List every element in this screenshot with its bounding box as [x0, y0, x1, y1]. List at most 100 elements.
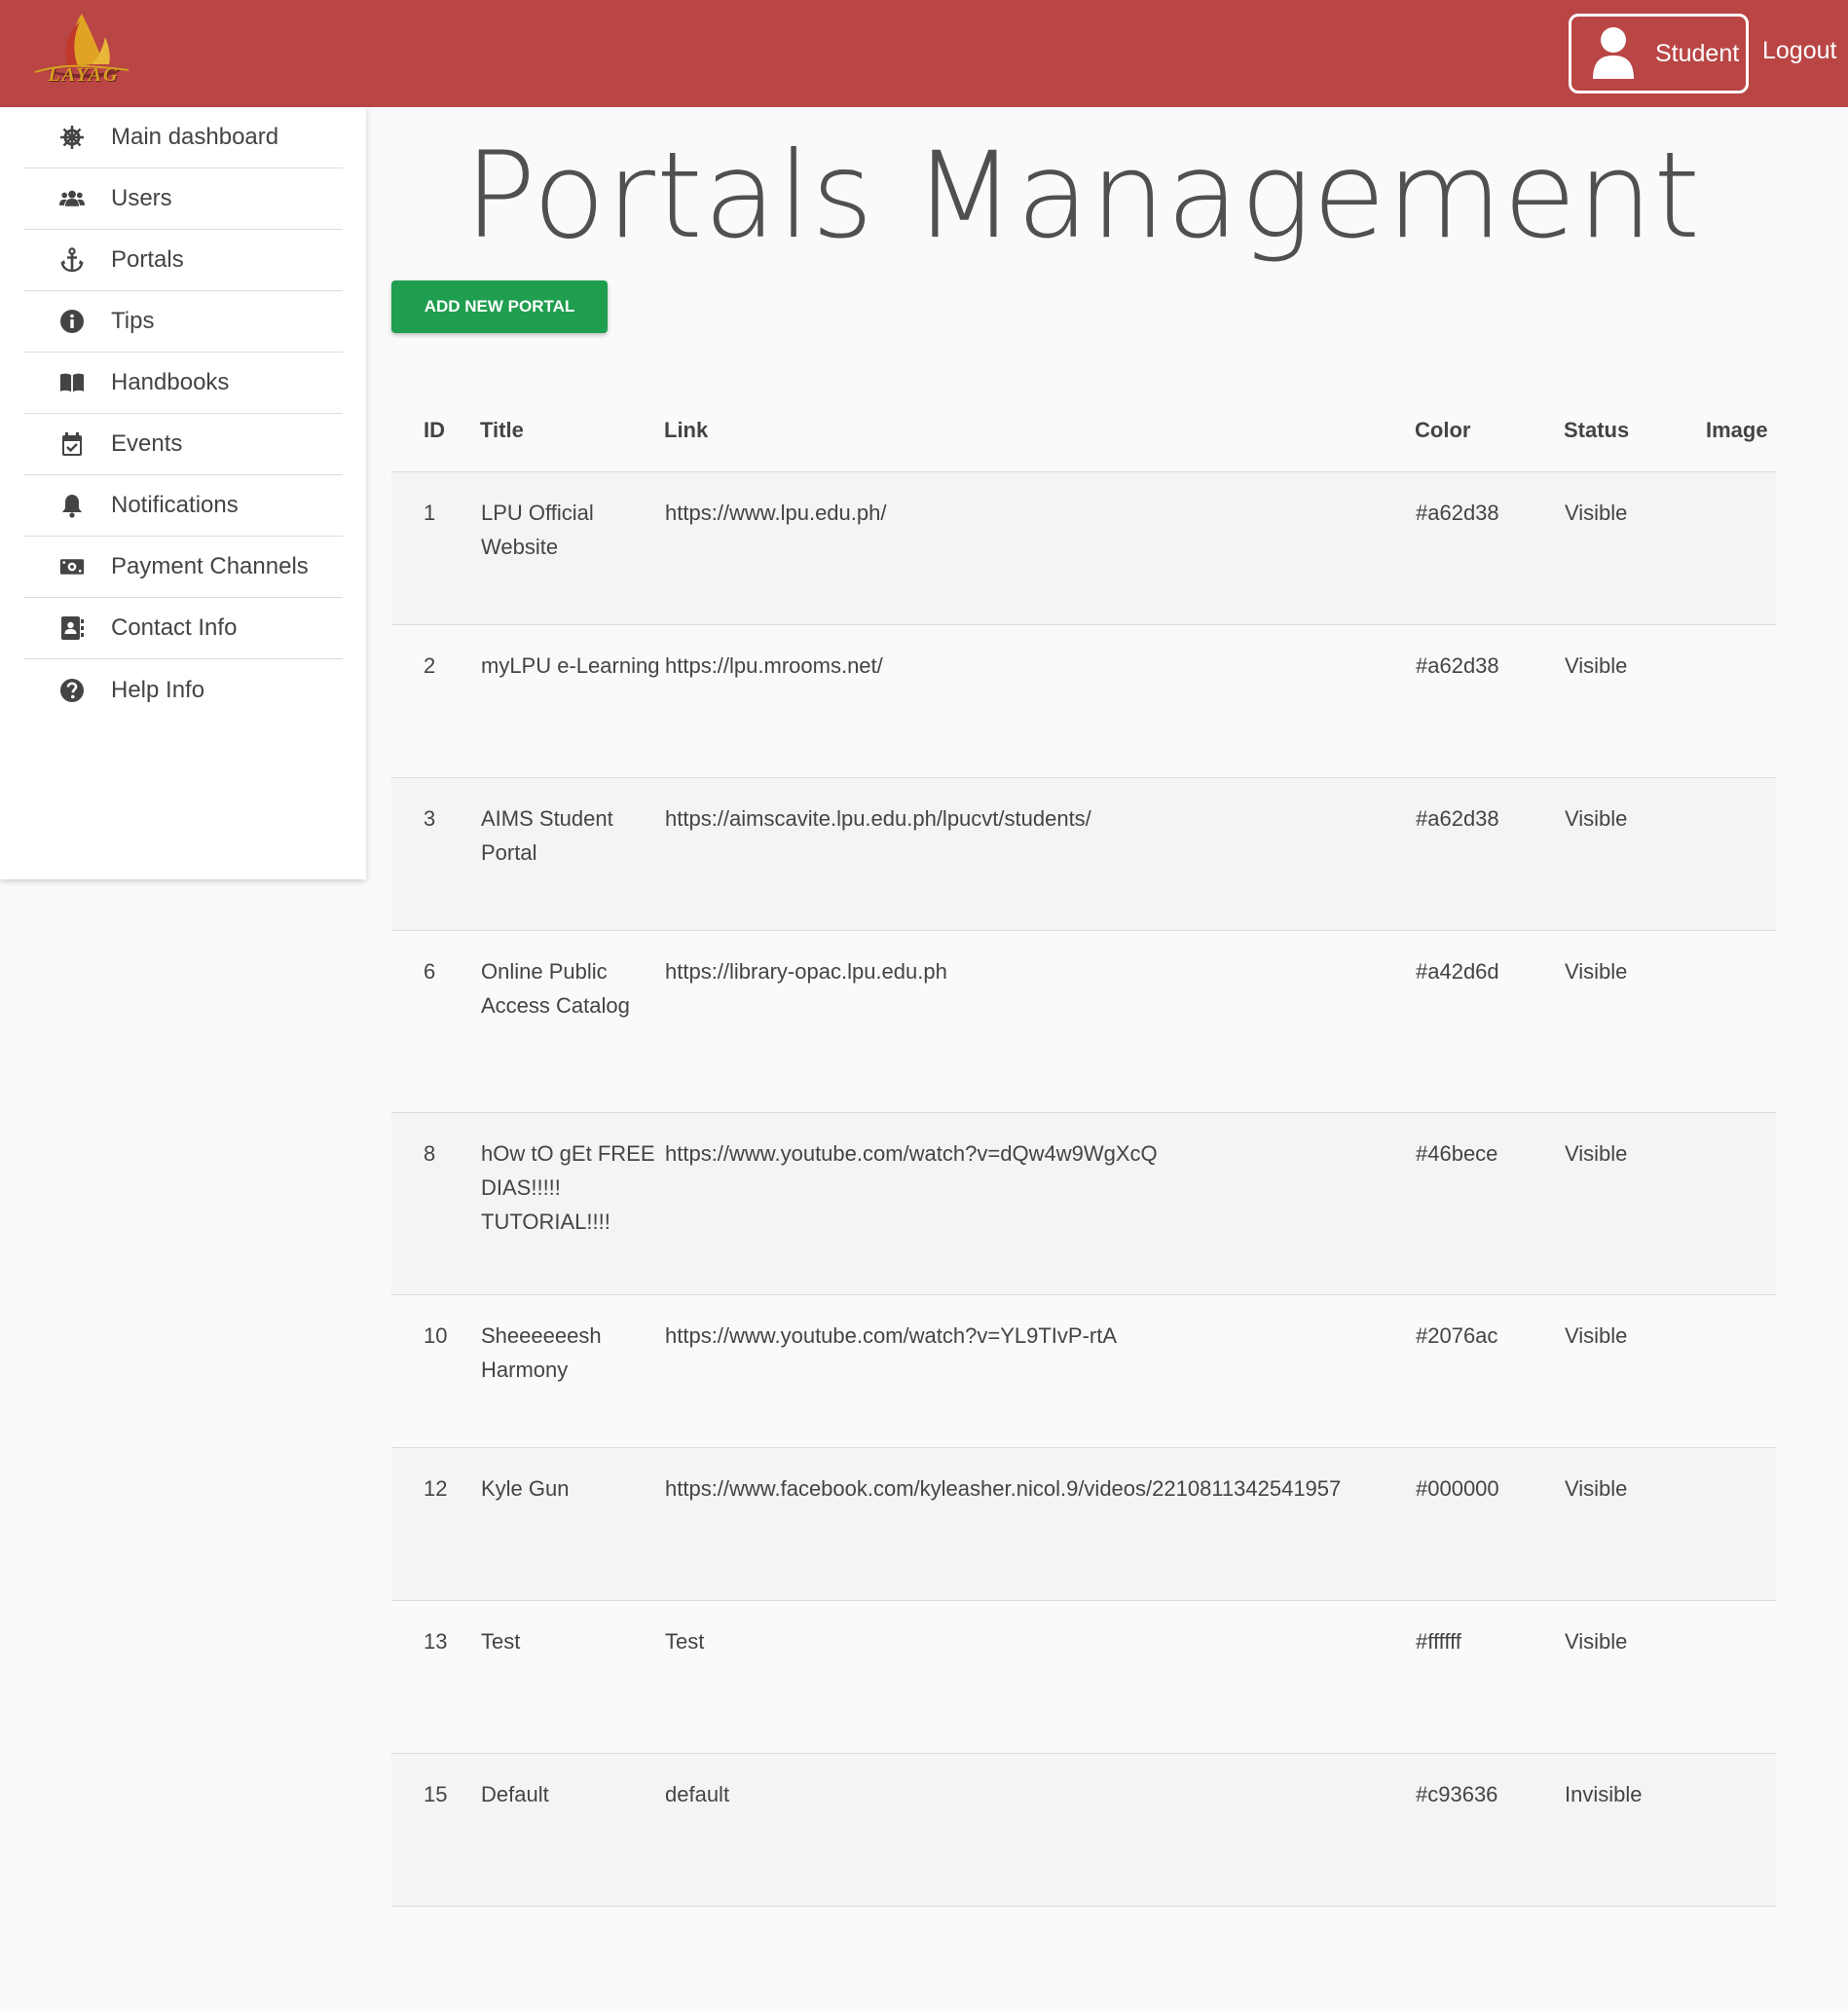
- column-header-link: Link: [664, 390, 1415, 472]
- sidebar-item-users[interactable]: Users: [23, 168, 343, 230]
- cell-id: 3: [391, 777, 480, 931]
- sidebar-item-label: Contact Info: [111, 614, 238, 641]
- user-profile-button[interactable]: Student: [1569, 14, 1749, 93]
- cell-image: [1706, 1447, 1776, 1601]
- logo-text: LAYAG: [48, 64, 120, 86]
- cell-image: [1706, 1753, 1776, 1907]
- table-row[interactable]: 6 Online Public Access Catalog https://l…: [391, 930, 1776, 1113]
- cell-status: Visible: [1564, 1294, 1706, 1448]
- cell-id: 8: [391, 1112, 480, 1295]
- sidebar-item-tips[interactable]: Tips: [23, 291, 343, 353]
- cell-color: #a62d38: [1415, 471, 1564, 625]
- cell-image: [1706, 471, 1776, 625]
- cell-image: [1706, 1112, 1776, 1295]
- table-row[interactable]: 12 Kyle Gun https://www.facebook.com/kyl…: [391, 1447, 1776, 1601]
- sidebar-item-label: Notifications: [111, 492, 239, 518]
- column-header-image: Image: [1706, 390, 1776, 472]
- sidebar-item-label: Handbooks: [111, 369, 230, 395]
- sidebar-item-label: Tips: [111, 308, 155, 334]
- cell-title: Test: [480, 1600, 664, 1754]
- cell-id: 6: [391, 930, 480, 1113]
- sidebar-item-payment-channels[interactable]: Payment Channels: [23, 537, 343, 598]
- book-icon: [58, 369, 86, 396]
- cell-image: [1706, 777, 1776, 931]
- column-header-status: Status: [1564, 390, 1706, 472]
- cell-link[interactable]: https://www.facebook.com/kyleasher.nicol…: [664, 1447, 1415, 1601]
- sidebar-item-label: Help Info: [111, 676, 205, 703]
- cell-title: AIMS Student Portal: [480, 777, 664, 931]
- sidebar-item-handbooks[interactable]: Handbooks: [23, 353, 343, 414]
- info-icon: [58, 308, 86, 335]
- cell-link[interactable]: https://www.lpu.edu.ph/: [664, 471, 1415, 625]
- cell-status: Visible: [1564, 471, 1706, 625]
- cell-image: [1706, 1294, 1776, 1448]
- cell-color: #a62d38: [1415, 624, 1564, 778]
- sidebar-item-label: Payment Channels: [111, 553, 309, 579]
- table-row[interactable]: 3 AIMS Student Portal https://aimscavite…: [391, 777, 1776, 931]
- cell-image: [1706, 1600, 1776, 1754]
- table-row[interactable]: 8 hOw tO gEt FREE DIAS!!!!! TUTORIAL!!!!…: [391, 1112, 1776, 1295]
- sidebar-item-contact-info[interactable]: Contact Info: [23, 598, 343, 659]
- sidebar-item-events[interactable]: Events: [23, 414, 343, 475]
- sidebar-item-help-info[interactable]: Help Info: [23, 659, 343, 721]
- cell-color: #ffffff: [1415, 1600, 1564, 1754]
- cell-id: 13: [391, 1600, 480, 1754]
- cell-id: 1: [391, 471, 480, 625]
- table-row[interactable]: 2 myLPU e-Learning https://lpu.mrooms.ne…: [391, 624, 1776, 778]
- cell-link[interactable]: default: [664, 1753, 1415, 1907]
- logout-button[interactable]: Logout: [1762, 37, 1836, 65]
- cell-title: Default: [480, 1753, 664, 1907]
- cell-link[interactable]: https://www.youtube.com/watch?v=dQw4w9Wg…: [664, 1112, 1415, 1295]
- cell-color: #c93636: [1415, 1753, 1564, 1907]
- cell-link[interactable]: https://lpu.mrooms.net/: [664, 624, 1415, 778]
- column-header-title: Title: [480, 390, 664, 472]
- cell-link[interactable]: https://www.youtube.com/watch?v=YL9TIvP-…: [664, 1294, 1415, 1448]
- table-row[interactable]: 10 Sheeeeeesh Harmony https://www.youtub…: [391, 1294, 1776, 1448]
- cell-color: #2076ac: [1415, 1294, 1564, 1448]
- cell-status: Visible: [1564, 777, 1706, 931]
- table-row[interactable]: 13 Test Test #ffffff Visible: [391, 1600, 1776, 1754]
- cell-status: Visible: [1564, 624, 1706, 778]
- sidebar-item-portals[interactable]: Portals: [23, 230, 343, 291]
- cell-title: Online Public Access Catalog: [480, 930, 664, 1113]
- sidebar-nav: Main dashboard Users Portals Tips Handbo…: [23, 107, 343, 721]
- cell-image: [1706, 930, 1776, 1113]
- sidebar-item-main-dashboard[interactable]: Main dashboard: [23, 107, 343, 168]
- table-row[interactable]: 1 LPU Official Website https://www.lpu.e…: [391, 471, 1776, 625]
- cell-link[interactable]: https://library-opac.lpu.edu.ph: [664, 930, 1415, 1113]
- cell-link[interactable]: Test: [664, 1600, 1415, 1754]
- cell-image: [1706, 624, 1776, 778]
- column-header-color: Color: [1415, 390, 1564, 472]
- cell-color: #000000: [1415, 1447, 1564, 1601]
- cell-color: #a42d6d: [1415, 930, 1564, 1113]
- helm-icon: [58, 124, 86, 151]
- cell-id: 15: [391, 1753, 480, 1907]
- table-header-row: ID Title Link Color Status Image: [391, 390, 1776, 472]
- question-icon: [58, 677, 86, 704]
- add-new-portal-button[interactable]: ADD NEW PORTAL: [391, 280, 608, 333]
- anchor-icon: [58, 246, 86, 274]
- sidebar-item-label: Main dashboard: [111, 124, 279, 150]
- sidebar-item-notifications[interactable]: Notifications: [23, 475, 343, 537]
- calendar-icon: [58, 430, 86, 458]
- cell-title: myLPU e-Learning: [480, 624, 664, 778]
- column-header-id: ID: [391, 390, 480, 472]
- contact-card-icon: [58, 614, 86, 642]
- page-title: Portals Management: [463, 127, 1702, 265]
- cell-status: Invisible: [1564, 1753, 1706, 1907]
- cell-id: 10: [391, 1294, 480, 1448]
- layag-logo[interactable]: LAYAG: [21, 8, 136, 95]
- cell-link[interactable]: https://aimscavite.lpu.edu.ph/lpucvt/stu…: [664, 777, 1415, 931]
- cell-title: LPU Official Website: [480, 471, 664, 625]
- cell-title: hOw tO gEt FREE DIAS!!!!! TUTORIAL!!!!: [480, 1112, 664, 1295]
- cell-status: Visible: [1564, 1600, 1706, 1754]
- cell-color: #46bece: [1415, 1112, 1564, 1295]
- cell-title: Sheeeeeesh Harmony: [480, 1294, 664, 1448]
- cell-title: Kyle Gun: [480, 1447, 664, 1601]
- cell-status: Visible: [1564, 1112, 1706, 1295]
- top-bar: LAYAG Student Logout: [0, 0, 1848, 107]
- sidebar-item-label: Users: [111, 185, 172, 211]
- sidebar: Main dashboard Users Portals Tips Handbo…: [0, 107, 366, 879]
- sidebar-item-label: Events: [111, 430, 183, 457]
- table-row[interactable]: 15 Default default #c93636 Invisible: [391, 1753, 1776, 1907]
